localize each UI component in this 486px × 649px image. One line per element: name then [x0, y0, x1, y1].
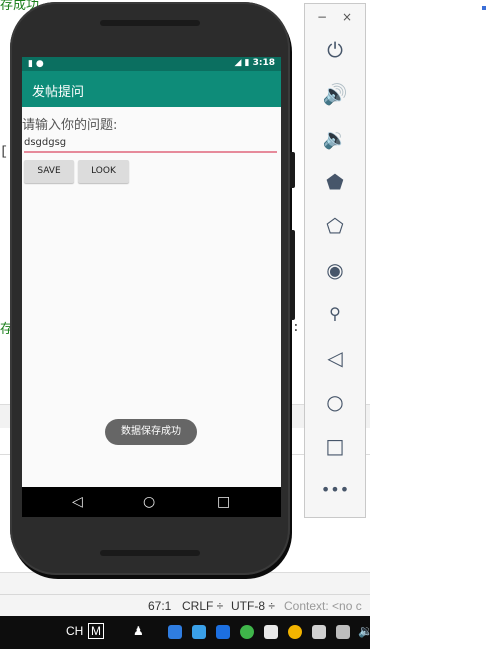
- question-prompt-label: 请输入你的问题:: [22, 118, 118, 133]
- k-app-icon[interactable]: [216, 625, 230, 639]
- wechat-icon[interactable]: [240, 625, 254, 639]
- minimize-button[interactable]: −: [317, 10, 327, 24]
- emulator-toolbar: − × ⏻ 🔊 🔉 ⬟ ⬠ ◉ ⚲ ◁ ○ □ •••: [304, 3, 366, 518]
- windows-taskbar: CH M ♟ 🔉: [0, 616, 373, 649]
- signal-icon: ◢: [234, 58, 242, 68]
- phone-power-key[interactable]: [290, 152, 295, 188]
- more-icon[interactable]: •••: [319, 476, 351, 504]
- cloud-icon[interactable]: [192, 625, 206, 639]
- android-nav-bar: ◁ ○ □: [22, 487, 281, 517]
- ide-marker: [482, 6, 486, 10]
- nav-back-icon[interactable]: ◁: [72, 494, 83, 510]
- close-button[interactable]: ×: [342, 10, 352, 24]
- line-separator-select[interactable]: CRLF ÷: [182, 599, 223, 613]
- zoom-icon[interactable]: ⚲: [319, 300, 351, 328]
- rotate-right-icon[interactable]: ⬠: [319, 212, 351, 240]
- notification-icons: ▮ ●: [28, 59, 44, 69]
- overview-icon[interactable]: □: [319, 432, 351, 460]
- battery-icon[interactable]: [312, 625, 326, 639]
- shield-icon[interactable]: [168, 625, 182, 639]
- nav-home-icon[interactable]: ○: [143, 494, 155, 510]
- context-indicator: Context: <no c: [284, 599, 362, 613]
- encoding-select[interactable]: UTF-8 ÷: [231, 599, 275, 613]
- ime-mode-icon[interactable]: M: [88, 623, 104, 639]
- power-icon[interactable]: ⏻: [319, 36, 351, 64]
- android-status-bar: ▮ ● ◢ ▮ 3:18: [22, 57, 281, 71]
- status-clock: ◢ ▮ 3:18: [234, 58, 275, 68]
- volume-icon[interactable]: 🔉: [358, 624, 373, 638]
- volume-down-icon[interactable]: 🔉: [319, 124, 351, 152]
- battery-status-icon: ▮: [244, 58, 250, 68]
- people-icon[interactable]: ♟: [133, 624, 144, 638]
- ide-code-fragment-colon: :: [292, 320, 300, 335]
- input-language-indicator[interactable]: CH: [66, 624, 83, 638]
- phone-volume-keys[interactable]: [290, 230, 295, 320]
- tray-app-icon[interactable]: [288, 625, 302, 639]
- back-icon[interactable]: ◁: [319, 344, 351, 372]
- look-button[interactable]: LOOK: [78, 160, 129, 183]
- toast-message: 数据保存成功: [105, 419, 197, 445]
- network-status-icon[interactable]: [264, 625, 278, 639]
- question-input[interactable]: dsgdgsg: [24, 137, 277, 153]
- display-icon[interactable]: [336, 625, 350, 639]
- app-bar: 发帖提问: [22, 71, 281, 107]
- phone-speaker-bottom: [100, 550, 200, 556]
- nav-recents-icon[interactable]: □: [217, 494, 230, 510]
- app-title: 发帖提问: [32, 85, 85, 100]
- phone-speaker-top: [100, 20, 200, 26]
- phone-screen: ▮ ● ◢ ▮ 3:18 发帖提问 请输入你的问题: dsgdgsg SAVE …: [22, 57, 281, 517]
- rotate-left-icon[interactable]: ⬟: [319, 168, 351, 196]
- volume-up-icon[interactable]: 🔊: [319, 80, 351, 108]
- ide-status-bar: 67:1 CRLF ÷ UTF-8 ÷ Context: <no c: [0, 594, 370, 617]
- cursor-position[interactable]: 67:1: [148, 599, 171, 613]
- home-icon[interactable]: ○: [319, 388, 351, 416]
- save-button[interactable]: SAVE: [24, 160, 74, 183]
- camera-icon[interactable]: ◉: [319, 256, 351, 284]
